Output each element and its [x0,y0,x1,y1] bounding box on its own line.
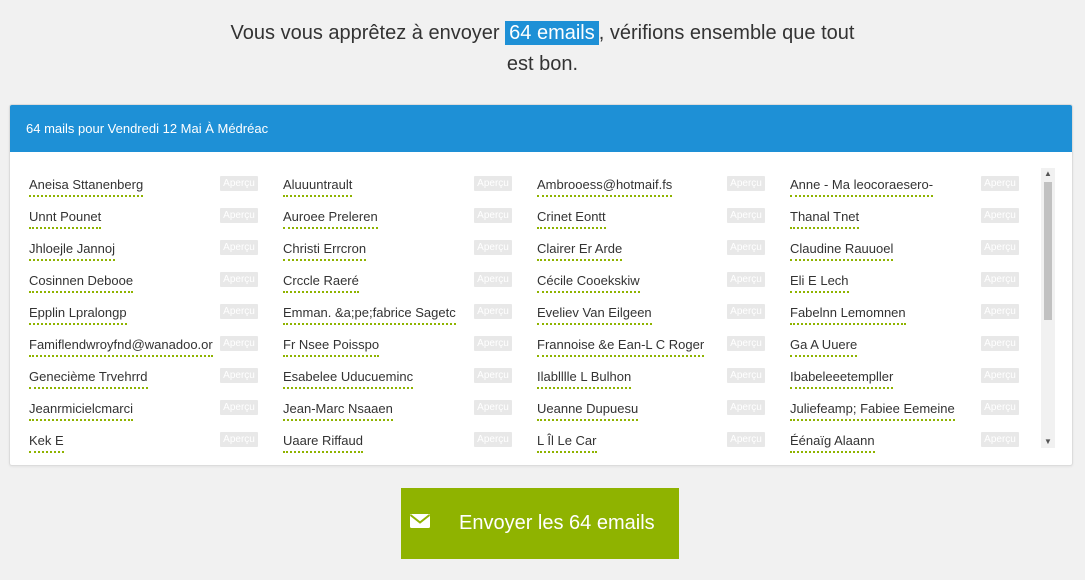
recipient-item: Thanal Tnet Aperçu [10,207,1040,231]
recipient-name[interactable]: Ga A Uuere [790,335,858,357]
preview-button[interactable]: Aperçu [981,336,1019,351]
recipient-name[interactable]: Ibabeleeetempller [790,367,894,389]
recipient-list: ▲ ▼ Aneisa Sttanenberg Aperçu Aluuuntrault… [10,152,1072,465]
recipient-item: Juliefeamp; Fabiee Eemeine Aperçu [10,399,1040,423]
intro-before: Vous vous apprêtez à envoyer [230,22,506,44]
recipient-item: Éénaïg Alaann Aperçu [10,431,1040,455]
scroll-up-arrow-icon[interactable]: ▲ [1041,168,1055,180]
recipient-item: Ga A Uuere Aperçu [10,335,1040,359]
preview-button[interactable]: Aperçu [981,400,1019,415]
intro-after: , vérifions ensemble que tout [598,22,855,44]
recipient-name[interactable]: Juliefeamp; Fabiee Eemeine [790,399,955,421]
send-emails-button[interactable]: Envoyer les 64 emails [401,488,679,559]
recipient-name[interactable]: Eli E Lech [790,271,849,293]
scroll-thumb[interactable] [1044,182,1052,320]
recipient-name[interactable]: Claudine Rauuoel [790,239,894,261]
preview-button[interactable]: Aperçu [981,304,1019,319]
scroll-down-arrow-icon[interactable]: ▼ [1041,436,1055,448]
recipient-item: Anne - Ma leocoraesero- Aperçu [10,175,1040,199]
preview-button[interactable]: Aperçu [981,208,1019,223]
recipient-name[interactable]: Anne - Ma leocoraesero- [790,175,934,197]
intro-message: Vous vous apprêtez à envoyer 64 emails, … [0,18,1085,80]
recipients-panel: 64 mails pour Vendredi 12 Mai À Médréac … [9,104,1073,466]
recipient-item: Eli E Lech Aperçu [10,271,1040,295]
email-count-highlight: 64 emails [505,21,599,45]
preview-button[interactable]: Aperçu [981,432,1019,447]
recipient-name[interactable]: Éénaïg Alaann [790,431,875,453]
send-button-label: Envoyer les 64 emails [459,512,655,534]
preview-button[interactable]: Aperçu [981,368,1019,383]
recipient-name[interactable]: Thanal Tnet [790,207,860,229]
recipient-item: Fabelnn Lemomnen Aperçu [10,303,1040,327]
preview-button[interactable]: Aperçu [981,176,1019,191]
intro-line-1: Vous vous apprêtez à envoyer 64 emails, … [0,18,1085,49]
panel-title: 64 mails pour Vendredi 12 Mai À Médréac [10,105,1072,152]
envelope-icon [409,514,431,528]
preview-button[interactable]: Aperçu [981,272,1019,287]
intro-line-2: est bon. [506,53,579,75]
recipient-item: Claudine Rauuoel Aperçu [10,239,1040,263]
recipient-item: Ibabeleeetempller Aperçu [10,367,1040,391]
preview-button[interactable]: Aperçu [981,240,1019,255]
scrollbar[interactable]: ▲ ▼ [1041,168,1055,448]
recipient-name[interactable]: Fabelnn Lemomnen [790,303,906,325]
